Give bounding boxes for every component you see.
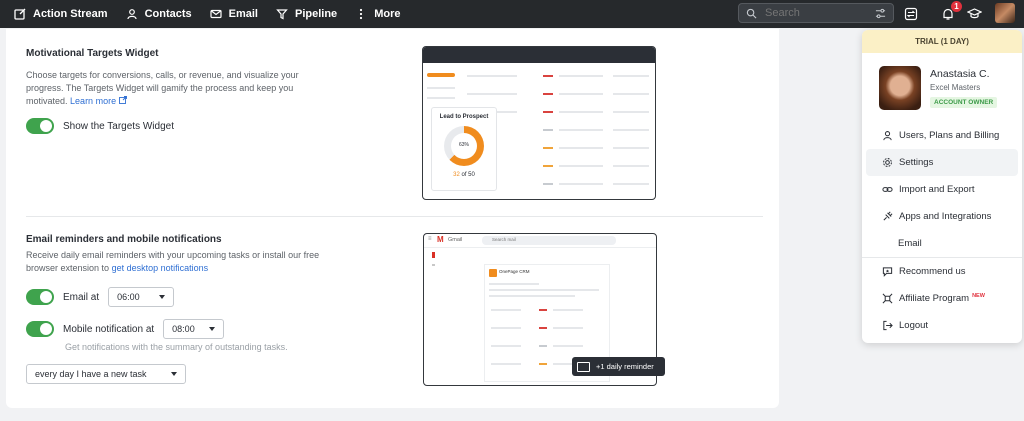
person-icon bbox=[126, 9, 137, 20]
menu-item-affiliate[interactable]: Affiliate Program NEW bbox=[866, 285, 1018, 312]
gmail-logo: M bbox=[437, 235, 444, 244]
account-menu: TRIAL (1 DAY) Anastasia C. Excel Masters… bbox=[862, 30, 1022, 343]
email-at-label: Email at bbox=[63, 291, 100, 303]
chevron-down-icon bbox=[209, 327, 216, 331]
targets-section: Motivational Targets Widget Choose targe… bbox=[26, 48, 326, 134]
email-reminder-toggle[interactable] bbox=[26, 289, 54, 305]
mobile-notification-row: Mobile notification at 08:00 bbox=[26, 319, 225, 339]
trial-banner: TRIAL (1 DAY) bbox=[862, 30, 1022, 53]
switch-view-icon bbox=[904, 7, 918, 21]
gmail-label: Gmail bbox=[448, 237, 463, 243]
targets-mini-card: Lead to Prospect 63% 32 of 50 bbox=[431, 107, 497, 191]
filter-sliders-icon[interactable] bbox=[875, 8, 886, 19]
nav-more[interactable]: More bbox=[346, 0, 409, 28]
graduation-cap-icon bbox=[966, 8, 982, 19]
notifications-button[interactable]: 1 bbox=[938, 1, 962, 24]
menu-item-email[interactable]: Email bbox=[866, 230, 1018, 257]
search-input[interactable] bbox=[765, 7, 870, 19]
mini-card-progress: 32 of 50 bbox=[453, 172, 475, 178]
reminders-section: Email reminders and mobile notifications… bbox=[26, 234, 326, 275]
link-icon bbox=[882, 187, 893, 192]
reminders-description: Receive daily email reminders with your … bbox=[26, 250, 320, 273]
envelope-icon bbox=[577, 361, 590, 372]
targets-title: Motivational Targets Widget bbox=[26, 48, 159, 59]
profile-photo bbox=[879, 66, 921, 110]
chevron-down-icon bbox=[159, 295, 166, 299]
learn-more-link[interactable]: Learn more bbox=[70, 96, 127, 106]
logout-icon bbox=[883, 320, 893, 331]
daily-reminder-badge: +1 daily reminder bbox=[572, 357, 665, 376]
search-box[interactable] bbox=[738, 3, 894, 23]
nav-label: Action Stream bbox=[33, 8, 108, 20]
menu-item-recommend[interactable]: Recommend us bbox=[866, 258, 1018, 285]
switch-view-button[interactable] bbox=[901, 4, 921, 24]
notification-badge: 1 bbox=[951, 1, 962, 12]
nav-label: Contacts bbox=[144, 8, 192, 20]
email-reminder-row: Email at 06:00 bbox=[26, 287, 175, 307]
more-vertical-icon bbox=[360, 8, 363, 20]
gear-icon bbox=[883, 158, 892, 167]
menu-icon: ≡ bbox=[428, 236, 432, 242]
funnel-icon bbox=[276, 9, 288, 20]
menu-item-apps-integrations[interactable]: Apps and Integrations bbox=[866, 203, 1018, 230]
mobile-notification-toggle[interactable] bbox=[26, 321, 54, 337]
nav-action-stream[interactable]: Action Stream bbox=[5, 0, 117, 28]
nav-pipeline[interactable]: Pipeline bbox=[267, 0, 346, 28]
profile-block: Anastasia C. Excel Masters ACCOUNT OWNER bbox=[862, 53, 1022, 110]
role-badge: ACCOUNT OWNER bbox=[930, 97, 998, 108]
nav-email[interactable]: Email bbox=[201, 0, 267, 28]
progress-donut: 63% bbox=[444, 126, 484, 166]
menu-item-users-billing[interactable]: Users, Plans and Billing bbox=[866, 122, 1018, 149]
company-name: Excel Masters bbox=[930, 83, 981, 92]
mobile-notification-label: Mobile notification at bbox=[63, 323, 155, 335]
chevron-down-icon bbox=[171, 372, 177, 376]
targets-widget-toggle[interactable] bbox=[26, 118, 54, 134]
gmail-search: Search mail bbox=[482, 236, 616, 245]
targets-toggle-row: Show the Targets Widget bbox=[26, 118, 326, 134]
frequency-select[interactable]: every day I have a new task bbox=[26, 364, 186, 384]
menu-item-settings[interactable]: Settings bbox=[866, 149, 1018, 176]
user-avatar[interactable] bbox=[995, 3, 1015, 23]
desktop-notifications-link[interactable]: get desktop notifications bbox=[112, 263, 209, 273]
academy-button[interactable] bbox=[964, 4, 984, 24]
external-link-icon bbox=[118, 96, 127, 104]
person-icon bbox=[883, 131, 892, 141]
search-icon bbox=[746, 8, 757, 18]
email-time-select[interactable]: 06:00 bbox=[108, 287, 175, 307]
envelope-icon bbox=[210, 9, 222, 19]
section-divider bbox=[26, 216, 763, 217]
targets-description: Choose targets for conversions, calls, o… bbox=[26, 70, 299, 106]
plug-icon bbox=[883, 211, 893, 221]
nav-label: More bbox=[374, 8, 401, 20]
reminders-title: Email reminders and mobile notifications bbox=[26, 234, 222, 245]
chat-icon bbox=[882, 267, 893, 277]
menu-item-import-export[interactable]: Import and Export bbox=[866, 176, 1018, 203]
nav-label: Email bbox=[228, 8, 258, 20]
targets-widget-preview: Lead to Prospect 63% 32 of 50 bbox=[422, 46, 656, 200]
mini-card-title: Lead to Prospect bbox=[439, 114, 489, 120]
menu-item-logout[interactable]: Logout bbox=[866, 312, 1018, 339]
nav-contacts[interactable]: Contacts bbox=[117, 0, 201, 28]
donut-percent: 63% bbox=[458, 142, 469, 148]
targets-toggle-label: Show the Targets Widget bbox=[63, 120, 174, 132]
new-badge: NEW bbox=[972, 293, 985, 299]
menu-list: Users, Plans and Billing Settings Import… bbox=[862, 122, 1022, 339]
preview-header-bar bbox=[423, 47, 655, 63]
settings-card: Motivational Targets Widget Choose targe… bbox=[6, 29, 779, 408]
mobile-notification-hint: Get notifications with the summary of ou… bbox=[65, 342, 288, 352]
top-navigation: Action Stream Contacts Email Pipeline Mo… bbox=[0, 0, 1024, 28]
user-name: Anastasia C. bbox=[930, 68, 990, 80]
action-stream-icon bbox=[14, 8, 26, 20]
nav-label: Pipeline bbox=[295, 8, 338, 20]
affiliate-icon bbox=[882, 293, 893, 304]
mobile-time-select[interactable]: 08:00 bbox=[163, 319, 225, 339]
